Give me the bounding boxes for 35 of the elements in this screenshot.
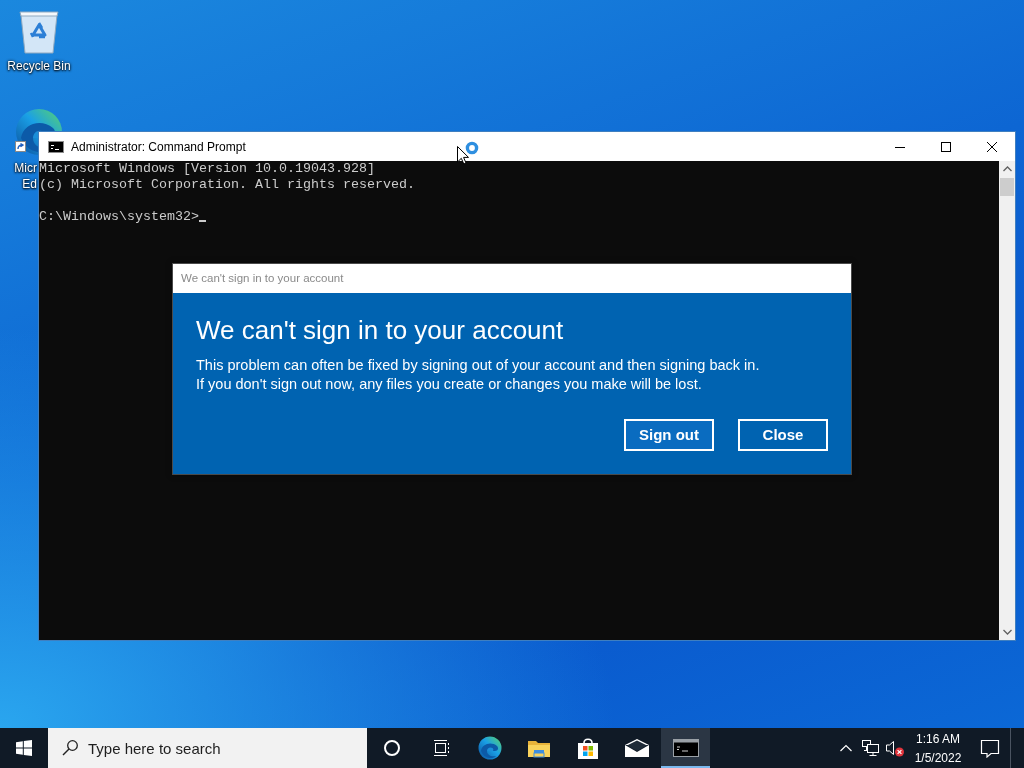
icon-label[interactable]: Recycle Bin xyxy=(7,58,71,74)
console-line: (c) Microsoft Corporation. All rights reserved. xyxy=(39,177,415,193)
folder-icon xyxy=(526,738,551,758)
network-icon xyxy=(860,739,880,757)
speech-bubble-icon xyxy=(980,738,1000,758)
taskbar-app-button[interactable] xyxy=(661,728,710,768)
prompt-text: C:\Windows\system32> xyxy=(39,209,199,225)
window-title: Administrator: Command Prompt xyxy=(71,138,246,156)
search-field[interactable]: Type here to search xyxy=(48,728,367,768)
ring-icon xyxy=(382,739,401,757)
clock-button[interactable]: 1:16 AM 1/5/2022 xyxy=(906,728,970,768)
shopping-bag-icon xyxy=(576,736,599,760)
console-line: Microsoft Windows [Version 10.0.19043.928] xyxy=(39,161,375,177)
scroll-thumb[interactable] xyxy=(1000,178,1014,196)
search-icon xyxy=(62,740,78,756)
chevron-down-icon xyxy=(1002,629,1012,635)
dialog-button[interactable]: Close xyxy=(738,419,828,451)
chevron-up-icon xyxy=(840,744,852,752)
maximize-icon xyxy=(941,141,951,152)
chevron-up-icon xyxy=(1002,166,1012,172)
scrollbar[interactable] xyxy=(999,161,1015,640)
task-view-icon xyxy=(431,739,450,757)
dialog-heading: We can't sign in to your account xyxy=(196,314,565,346)
dialog-message: If you don't sign out now, any files you create or changes you make will be lost. xyxy=(196,375,703,394)
dialog-title: We can't sign in to your account xyxy=(181,270,344,286)
close-icon xyxy=(987,141,997,152)
windows-logo-icon xyxy=(16,740,32,756)
envelope-icon xyxy=(624,739,649,757)
icon-label[interactable]: Ed xyxy=(0,176,37,192)
dialog-message: This problem can often be fixed by signing out of your account and then signing back in. xyxy=(196,356,761,375)
browser-icon xyxy=(477,736,502,760)
terminal-icon xyxy=(48,140,64,153)
terminal-icon xyxy=(672,739,699,757)
icon-label[interactable]: Micr xyxy=(0,160,37,176)
dialog-button[interactable]: Sign out xyxy=(624,419,714,451)
